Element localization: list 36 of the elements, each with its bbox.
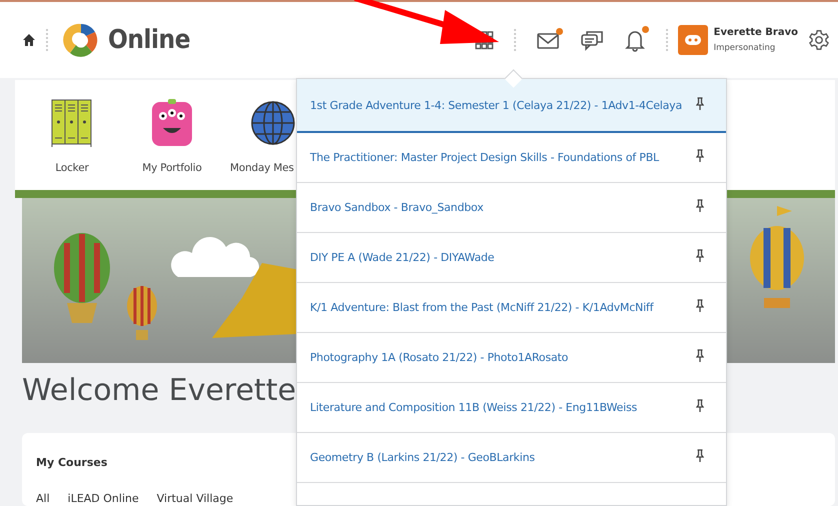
settings-icon[interactable] bbox=[808, 29, 830, 51]
bell-icon[interactable] bbox=[624, 28, 646, 52]
course-menu-item[interactable]: Literature and Composition 11B (Weiss 21/22) - Eng11BWeiss bbox=[297, 383, 726, 433]
welcome-heading: Welcome Everette bbox=[22, 373, 296, 408]
mail-icon[interactable] bbox=[536, 30, 560, 50]
logo-text: Online bbox=[108, 25, 190, 55]
card-title: My Courses bbox=[36, 456, 108, 469]
course-menu-item[interactable]: Bravo Sandbox - Bravo_Sandbox bbox=[297, 183, 726, 233]
course-tab[interactable]: iLEAD Online bbox=[68, 492, 139, 505]
course-menu-item[interactable]: The Practitioner: Master Project Design Skills - Foundations of PBL bbox=[297, 133, 726, 183]
pin-icon[interactable] bbox=[696, 249, 704, 263]
monster-icon[interactable] bbox=[150, 98, 194, 148]
course-menu-item[interactable]: Geometry B (Larkins 21/22) - GeoBLarkins bbox=[297, 433, 726, 483]
pin-icon[interactable] bbox=[696, 199, 704, 213]
tile-label[interactable]: Monday Mes bbox=[230, 162, 294, 174]
pin-icon[interactable] bbox=[696, 149, 704, 163]
pin-icon[interactable] bbox=[696, 349, 704, 363]
pin-icon[interactable] bbox=[696, 299, 704, 313]
course-menu-item[interactable]: DIY PE A (Wade 21/22) - DIYAWade bbox=[297, 233, 726, 283]
user-name[interactable]: Everette Bravo bbox=[714, 27, 798, 38]
course-menu-item[interactable]: 1st Grade Adventure 1-4: Semester 1 (Celaya 21/22) - 1Adv1-4Celaya bbox=[297, 79, 726, 133]
course-tab[interactable]: Virtual Village bbox=[156, 492, 234, 505]
course-menu-item[interactable]: Photography 1A (Rosato 21/22) - Photo1ARosato bbox=[297, 333, 726, 383]
tile-label[interactable]: Locker bbox=[55, 162, 89, 174]
course-tab[interactable]: All bbox=[36, 492, 50, 505]
pin-icon[interactable] bbox=[696, 399, 704, 413]
home-icon[interactable] bbox=[22, 33, 36, 47]
user-avatar[interactable] bbox=[678, 25, 708, 55]
course-menu-item[interactable]: K/1 Adventure: Blast from the Past (McNiff 21/22) - K/1AdvMcNiff bbox=[297, 283, 726, 333]
locker-icon[interactable] bbox=[50, 98, 94, 148]
tile-label[interactable]: My Portfolio bbox=[142, 162, 202, 174]
user-role: Impersonating bbox=[714, 43, 776, 53]
chat-icon[interactable] bbox=[580, 29, 604, 51]
pin-icon[interactable] bbox=[696, 96, 704, 110]
pin-icon[interactable] bbox=[696, 449, 704, 463]
logo-icon[interactable] bbox=[62, 21, 100, 59]
